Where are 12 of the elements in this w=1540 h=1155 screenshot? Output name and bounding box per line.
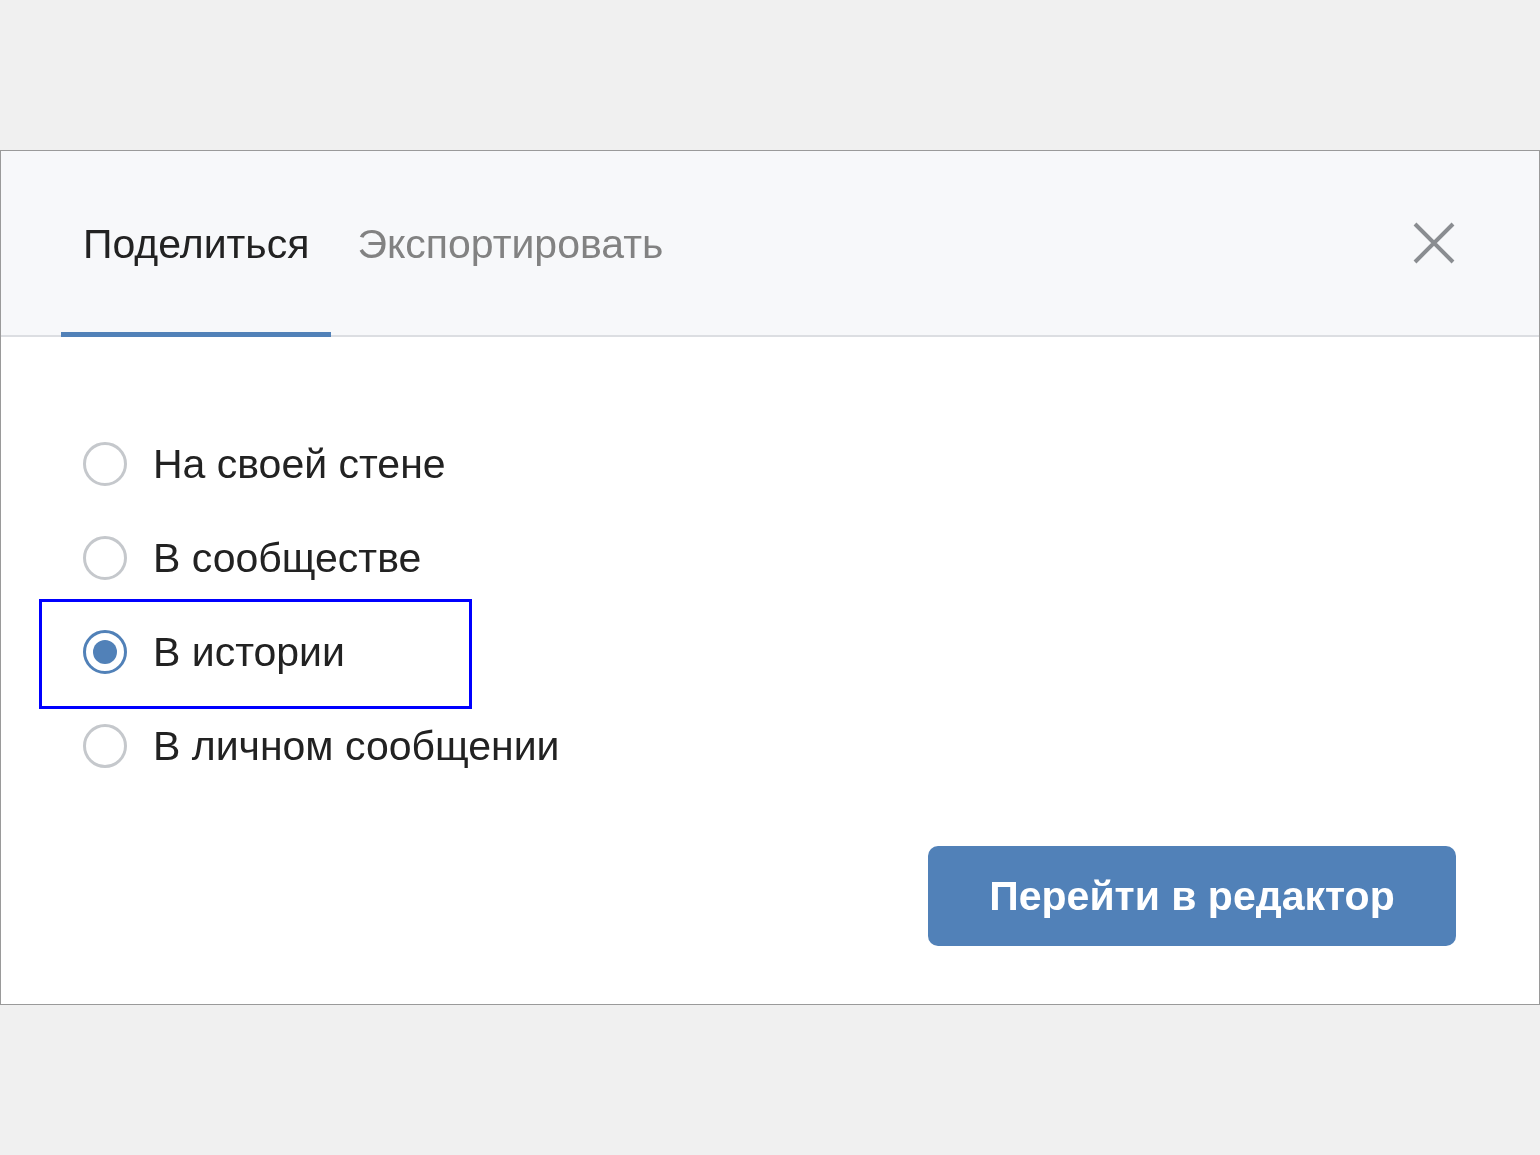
radio-button[interactable]	[83, 630, 127, 674]
option-label: В истории	[153, 628, 345, 676]
option-label: В сообществе	[153, 534, 422, 582]
close-icon[interactable]	[1413, 222, 1455, 264]
option-label: На своей стене	[153, 440, 446, 488]
radio-button[interactable]	[83, 724, 127, 768]
tab[interactable]: Экспортировать	[335, 151, 686, 337]
option-label: В личном сообщении	[153, 722, 560, 770]
open-editor-button[interactable]: Перейти в редактор	[928, 846, 1456, 946]
radio-button[interactable]	[83, 442, 127, 486]
tab[interactable]: Поделиться	[61, 151, 332, 337]
radio-button[interactable]	[83, 536, 127, 580]
